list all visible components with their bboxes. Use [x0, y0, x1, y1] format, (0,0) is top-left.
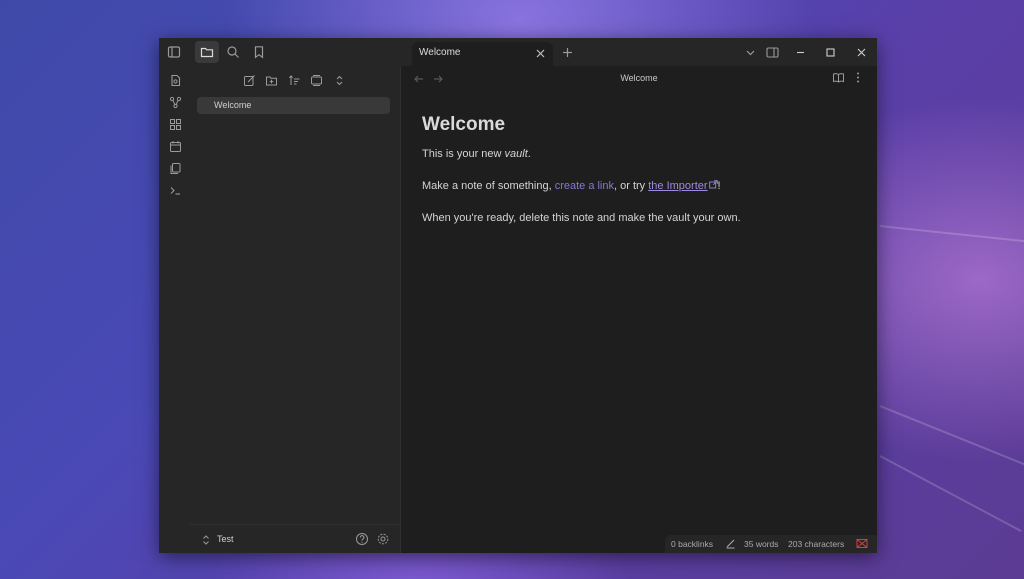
maximize-icon[interactable] [822, 38, 838, 66]
calendar-icon[interactable] [167, 138, 183, 154]
open-quick-switcher-icon[interactable] [167, 72, 183, 88]
file-item-welcome[interactable]: Welcome [197, 97, 390, 114]
p2-middle-text: , or try [614, 180, 649, 192]
file-item-label: Welcome [214, 100, 252, 110]
left-ribbon [159, 66, 191, 553]
toggle-right-sidebar-icon[interactable] [764, 38, 780, 66]
expand-collapse-icon[interactable] [327, 69, 351, 91]
editor-pane: Welcome Welcome This is your new vault. … [401, 66, 877, 553]
p2-exclamation: ! [717, 180, 721, 192]
editing-mode-pencil-icon[interactable] [725, 538, 736, 551]
new-tab-plus-icon[interactable] [559, 38, 575, 66]
auto-reveal-icon[interactable] [304, 69, 328, 91]
paragraph-2: Make a note of something, create a link,… [422, 180, 862, 192]
tab-label: Welcome [419, 47, 461, 58]
character-count: 203 characters [788, 539, 845, 549]
external-link-icon [708, 180, 718, 189]
close-window-icon[interactable] [853, 38, 869, 66]
vault-chevron-updown-icon [201, 533, 211, 545]
status-bar: 0 backlinks 35 words 203 characters [665, 535, 877, 553]
command-palette-icon[interactable] [167, 182, 183, 198]
wallpaper-streak [879, 225, 1024, 243]
file-explorer: Welcome Test [190, 66, 401, 553]
note-heading: Welcome [422, 114, 506, 135]
templates-copy-icon[interactable] [167, 160, 183, 176]
reading-view-book-icon[interactable] [832, 71, 845, 84]
p1-period: . [527, 148, 531, 160]
close-tab-icon[interactable] [533, 46, 547, 60]
bookmark-icon[interactable] [247, 41, 271, 63]
settings-gear-icon[interactable] [376, 532, 390, 546]
files-folder-icon[interactable] [195, 41, 219, 63]
title-bar: Welcome [159, 38, 877, 66]
sync-error-icon[interactable] [856, 538, 868, 551]
note-header-title[interactable]: Welcome [401, 73, 877, 83]
more-options-icon[interactable] [852, 71, 864, 84]
new-folder-icon[interactable] [259, 69, 283, 91]
search-icon[interactable] [221, 41, 245, 63]
minimize-icon[interactable] [792, 38, 808, 66]
vault-name: Test [217, 534, 234, 544]
p1-emphasis: vault [504, 148, 528, 160]
sidebar-toolbar [159, 38, 412, 66]
paragraph-3: When you're ready, delete this note and … [422, 212, 741, 224]
importer-link[interactable]: the Importer [648, 180, 718, 192]
note-content[interactable]: Welcome This is your new vault. Make a n… [422, 114, 862, 224]
importer-link-label: the Importer [648, 180, 708, 192]
app-window: Welcome Welcome Test Welcome Welcome Thi… [159, 38, 877, 553]
new-note-icon[interactable] [237, 69, 261, 91]
backlinks-count[interactable]: 0 backlinks [671, 539, 713, 549]
help-icon[interactable] [355, 532, 369, 546]
p1-text: This is your new [422, 148, 505, 160]
paragraph-1: This is your new vault. [422, 148, 862, 160]
toggle-sidebar-icon[interactable] [162, 41, 186, 63]
wallpaper-streak [879, 405, 1024, 467]
tab-welcome[interactable]: Welcome [412, 42, 553, 66]
vault-switcher[interactable]: Test [190, 524, 400, 553]
word-count: 35 words [744, 539, 779, 549]
tab-list-chevron-down-icon[interactable] [742, 38, 758, 66]
graph-view-icon[interactable] [167, 94, 183, 110]
sort-order-icon[interactable] [282, 69, 306, 91]
p2-text: Make a note of something, [422, 180, 555, 192]
canvas-grid-icon[interactable] [167, 116, 183, 132]
wallpaper-streak [879, 455, 1022, 532]
create-link-link[interactable]: create a link [555, 180, 614, 192]
